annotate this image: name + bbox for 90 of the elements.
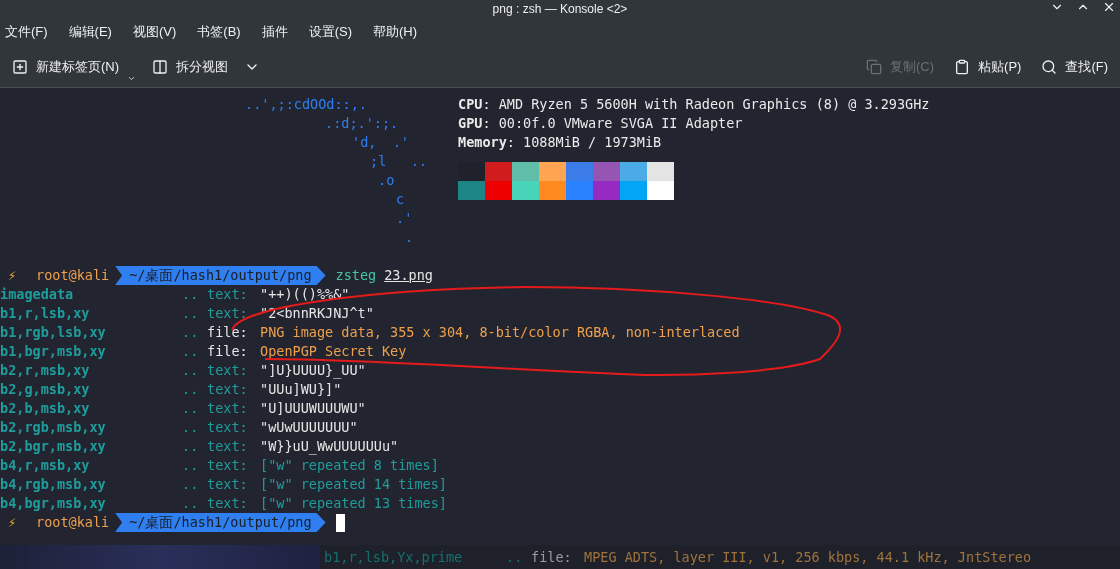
channel-name: b2,g,msb,xy: [0, 380, 91, 399]
result-type: text:: [207, 399, 249, 418]
copy-icon: [866, 58, 882, 75]
result-value: OpenPGP Secret Key: [260, 342, 407, 361]
split-button[interactable]: 拆分视图: [144, 50, 269, 83]
new-tab-button[interactable]: 新建标签页(N): [4, 50, 145, 83]
channel-name: b1,rgb,lsb,xy: [0, 323, 107, 342]
ascii-logo-line: .:d;.':;.: [325, 115, 399, 131]
new-tab-icon: [12, 58, 28, 75]
paste-button[interactable]: 粘贴(P): [946, 50, 1030, 83]
menu-item[interactable]: 插件: [261, 22, 288, 42]
separator-dots: ..: [182, 456, 200, 475]
command: zsteg: [335, 266, 377, 285]
separator-dots: ..: [182, 323, 200, 342]
system-info-line: Memory: 1088MiB / 1973MiB: [458, 133, 663, 152]
channel-name: imagedata: [0, 285, 75, 304]
result-value: "W}}uU_WwUUUUUUu": [260, 437, 399, 456]
command-argument: 23.png: [384, 266, 433, 285]
menu-item[interactable]: 书签(B): [197, 22, 241, 42]
separator-dots: ..: [182, 380, 200, 399]
result-type: text:: [207, 494, 249, 513]
system-info-line: CPU: AMD Ryzen 5 5600H with Radeon Graphics (8) @ 3.293GHz: [458, 95, 930, 114]
menu-item[interactable]: 设置(S): [308, 22, 352, 42]
channel-name: b2,b,msb,xy: [0, 399, 91, 418]
ascii-logo-line: .o: [378, 172, 395, 188]
result-type: text:: [207, 456, 249, 475]
result-value: "]U}UUUU}_UU": [260, 361, 366, 380]
separator-dots: ..: [182, 437, 200, 456]
result-value: PNG image data, 355 x 304, 8-bit/color RGBA, non-interlaced: [260, 323, 740, 342]
result-value: "UUu]WU}]": [260, 380, 342, 399]
channel-name: b4,rgb,msb,xy: [0, 475, 107, 494]
result-type: file:: [207, 342, 249, 361]
paste-icon: [954, 58, 971, 75]
menu-item[interactable]: 编辑(E): [68, 22, 112, 42]
result-value: ["w" repeated 8 times]: [260, 456, 439, 475]
cursor: [335, 513, 345, 532]
result-value: ["w" repeated 14 times]: [260, 475, 447, 494]
separator-dots: ..: [182, 361, 200, 380]
result-value: "2<bnnRKJNJ^t": [260, 304, 374, 323]
ascii-logo-line: 'd, .': [352, 134, 409, 150]
ascii-logo-line: ..',;:cdOOd::,.: [245, 96, 367, 112]
channel-name: b1,r,lsb,Yx,prime: [324, 548, 464, 567]
channel-name: b2,r,msb,xy: [0, 361, 91, 380]
result-type: text:: [207, 418, 249, 437]
channel-name: b1,bgr,msb,xy: [0, 342, 107, 361]
result-value: "++)(()%%&": [260, 285, 350, 304]
result-type: text:: [207, 285, 249, 304]
ascii-logo-line: .: [405, 229, 414, 245]
window-title: png : zsh — Konsole <2>: [492, 1, 628, 18]
prompt-path: ~/桌面/hash1/output/png: [115, 513, 326, 532]
result-value: "wUwUUUUUUU": [260, 418, 358, 437]
menu-item[interactable]: 帮助(H): [373, 22, 418, 42]
close-icon[interactable]: [1102, 0, 1116, 14]
result-type: text:: [207, 437, 249, 456]
channel-name: b1,r,lsb,xy: [0, 304, 91, 323]
separator-dots: ..: [182, 399, 200, 418]
channel-name: b4,bgr,msb,xy: [0, 494, 107, 513]
prompt-user: root@kali: [36, 266, 110, 285]
separator-dots: ..: [182, 342, 200, 361]
result-type: file:: [531, 548, 573, 567]
result-type: text:: [207, 380, 249, 399]
result-type: text:: [207, 361, 249, 380]
search-icon: [1041, 58, 1058, 75]
result-value: MPEG ADTS, layer III, v1, 256 kbps, 44.1 kHz, JntStereo: [584, 548, 1032, 567]
find-button[interactable]: 查找(F): [1033, 50, 1116, 83]
result-value: ["w" repeated 13 times]: [260, 494, 447, 513]
channel-name: b4,r,msb,xy: [0, 456, 91, 475]
ascii-logo-line: ;l ..: [370, 153, 427, 169]
separator-dots: ..: [182, 418, 200, 437]
system-info-line: GPU: 00:0f.0 VMware SVGA II Adapter: [458, 114, 744, 133]
bolt-icon: ⚡: [8, 266, 24, 285]
separator-dots: ..: [182, 304, 200, 323]
ascii-logo-line: c: [396, 191, 405, 207]
separator-dots: ..: [182, 494, 200, 513]
menu-item[interactable]: 文件(F): [5, 22, 48, 42]
separator-dots: ..: [182, 285, 200, 304]
channel-name: b2,rgb,msb,xy: [0, 418, 107, 437]
separator-dots: ..: [506, 548, 524, 567]
result-type: text:: [207, 475, 249, 494]
split-icon: [152, 58, 169, 75]
ascii-logo-line: .': [396, 210, 413, 226]
result-type: text:: [207, 304, 249, 323]
bolt-icon: ⚡: [8, 513, 24, 532]
menu-item[interactable]: 视图(V): [132, 22, 177, 42]
result-value: "U]UUUWUUUWU": [260, 399, 366, 418]
channel-name: b2,bgr,msb,xy: [0, 437, 107, 456]
separator-dots: ..: [182, 475, 200, 494]
prompt-path: ~/桌面/hash1/output/png: [115, 266, 326, 285]
result-type: file:: [207, 323, 249, 342]
prompt-user: root@kali: [36, 513, 110, 532]
